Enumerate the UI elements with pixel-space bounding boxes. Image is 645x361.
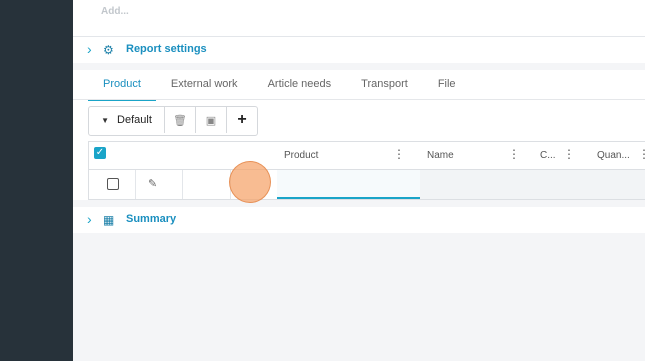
left-sidebar <box>0 0 73 361</box>
tab-divider <box>73 99 645 100</box>
summary-section[interactable]: › ▦ Summary <box>73 207 645 233</box>
add-input[interactable]: Add... <box>101 6 129 17</box>
column-header-quantity[interactable]: Quan... <box>597 150 630 161</box>
calculator-icon: ▦ <box>103 213 115 227</box>
tab-external-work[interactable]: External work <box>156 70 253 99</box>
gears-icon: ⚙ <box>103 43 114 57</box>
tab-file[interactable]: File <box>423 70 471 99</box>
edit-icon[interactable]: ✎ <box>148 177 157 190</box>
plus-icon: + <box>237 111 247 128</box>
grid-header: ✓ Product ⋮ Name ⋮ C... ⋮ Quan... ⋮ <box>89 142 645 170</box>
table-row: ✎ <box>89 170 645 199</box>
c-cell[interactable] <box>535 170 593 199</box>
row-select-cell <box>89 170 136 199</box>
grid-toolbar: ▼ Default 🗑 ▣ + <box>88 106 258 136</box>
report-settings-label[interactable]: Report settings <box>126 43 207 55</box>
chevron-right-icon[interactable]: › <box>87 42 101 56</box>
save-button[interactable]: ▣ <box>196 107 227 133</box>
column-menu-icon[interactable]: ⋮ <box>563 147 575 161</box>
save-icon: ▣ <box>205 114 217 127</box>
top-add-area: Add... <box>73 0 645 37</box>
tabs-card: Product External work Article needs Tran… <box>73 70 645 200</box>
view-selector[interactable]: ▼ Default <box>89 107 165 133</box>
column-menu-icon[interactable]: ⋮ <box>508 147 520 161</box>
tab-transport[interactable]: Transport <box>346 70 423 99</box>
column-header-c[interactable]: C... <box>540 150 556 161</box>
caret-down-icon: ▼ <box>101 115 110 125</box>
view-selector-label: Default <box>117 114 152 126</box>
row-edit-cell: ✎ <box>135 170 183 199</box>
tab-bar: Product External work Article needs Tran… <box>88 70 471 101</box>
product-cell-active[interactable] <box>277 170 421 199</box>
table-cell[interactable] <box>182 170 231 199</box>
column-menu-icon[interactable]: ⋮ <box>393 147 405 161</box>
main-panel: Add... › ⚙ Report settings Product Exter… <box>73 0 645 361</box>
add-button[interactable]: + <box>227 107 257 133</box>
tab-product[interactable]: Product <box>88 70 156 101</box>
chevron-right-icon[interactable]: › <box>87 212 101 226</box>
column-menu-icon[interactable]: ⋮ <box>638 147 645 161</box>
column-header-product[interactable]: Product <box>284 150 318 161</box>
report-settings-section[interactable]: › ⚙ Report settings <box>73 37 645 63</box>
quantity-cell[interactable] <box>592 170 645 199</box>
delete-button[interactable]: 🗑 <box>165 107 196 133</box>
product-grid: ✓ Product ⋮ Name ⋮ C... ⋮ Quan... ⋮ ✎ <box>88 141 645 200</box>
name-cell[interactable] <box>420 170 536 199</box>
click-indicator <box>229 161 271 203</box>
row-checkbox[interactable] <box>107 178 119 190</box>
tab-article-needs[interactable]: Article needs <box>253 70 347 99</box>
select-all-checkbox[interactable]: ✓ <box>94 147 106 159</box>
summary-label[interactable]: Summary <box>126 213 176 225</box>
trash-icon: 🗑 <box>173 114 187 127</box>
column-header-name[interactable]: Name <box>427 150 454 161</box>
